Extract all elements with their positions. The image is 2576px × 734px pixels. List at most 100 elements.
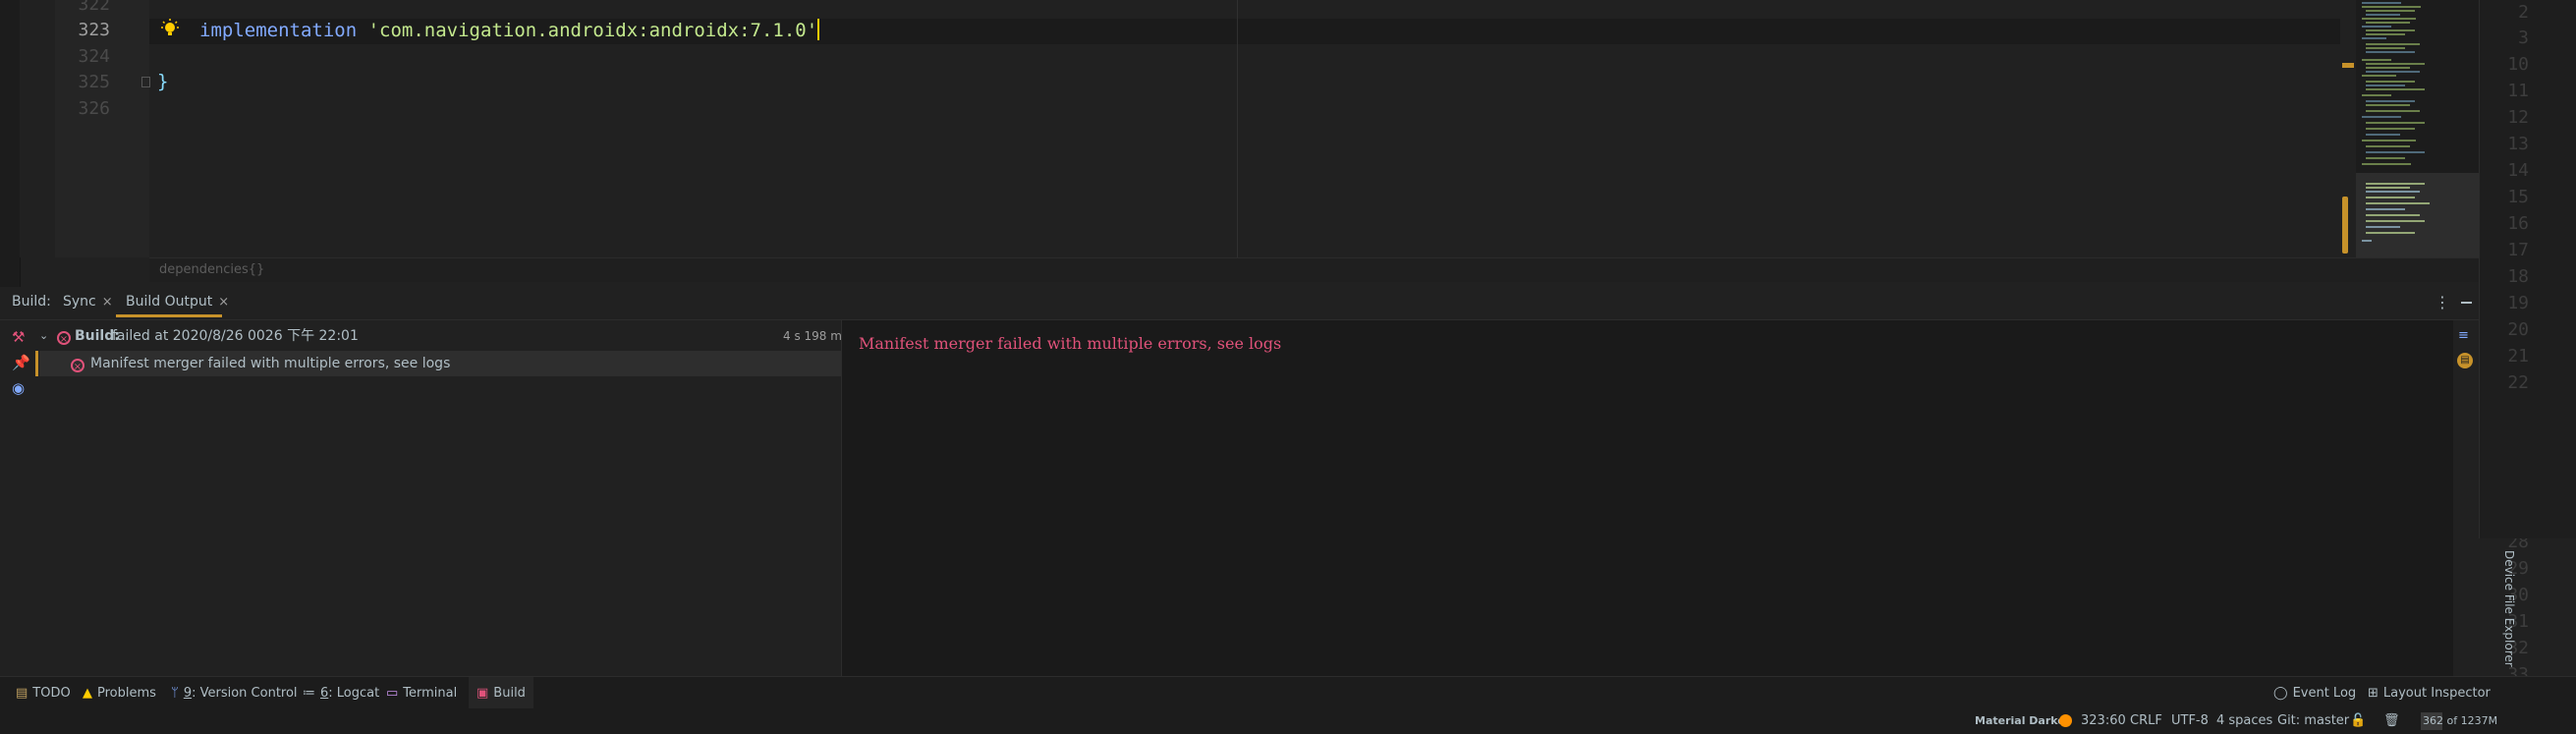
- memory-indicator[interactable]: 362 of 1237M: [2423, 708, 2497, 734]
- status-bar: Material Darker 323:60 CRLF UTF-8 4 spac…: [0, 708, 2576, 734]
- line-number: 323: [78, 20, 110, 40]
- version-control-label: : Version Control: [192, 686, 298, 701]
- layout-inspector-tab[interactable]: ⊞ Layout Inspector: [2368, 677, 2491, 709]
- secondary-gutter-fill: [2479, 393, 2576, 538]
- lock-icon[interactable]: 🔓: [2350, 708, 2366, 734]
- line-number: 13: [2507, 134, 2529, 154]
- todo-label: TODO: [32, 686, 71, 701]
- line-number: 322: [78, 0, 110, 15]
- tab-build-output[interactable]: Build Output ×: [126, 287, 229, 317]
- line-number: 14: [2507, 160, 2529, 181]
- closing-brace: }: [157, 71, 169, 92]
- close-icon[interactable]: ×: [218, 295, 229, 310]
- logcat-label: : Logcat: [328, 686, 380, 701]
- code-keyword: implementation: [199, 20, 358, 41]
- tab-sync[interactable]: Sync ×: [63, 287, 113, 317]
- layout-inspector-label: Layout Inspector: [2382, 686, 2491, 701]
- cursor-position[interactable]: 323:60: [2081, 708, 2126, 734]
- line-number-gutter: 322 323 324 325 326: [55, 0, 150, 257]
- soft-wrap-icon[interactable]: ≡: [2458, 328, 2469, 343]
- terminal-tab[interactable]: ▭ Terminal: [386, 677, 457, 709]
- build-error-text: Manifest merger failed with multiple err…: [90, 356, 451, 371]
- breadcrumb-item[interactable]: dependencies{}: [159, 262, 264, 277]
- secondary-editor-gutter: 2 3 10 11 12 13 14 15 16 17 18 19 20 21 …: [2479, 0, 2576, 685]
- git-branch[interactable]: Git: master: [2277, 708, 2349, 734]
- build-tree-item[interactable]: × Manifest merger failed with multiple e…: [35, 351, 841, 376]
- scroll-marker: [2342, 63, 2354, 68]
- line-number: 21: [2507, 346, 2529, 367]
- device-file-explorer-label: Device File Explorer: [2502, 550, 2516, 667]
- line-number: 11: [2507, 81, 2529, 101]
- active-tab-indicator: [116, 314, 222, 317]
- line-number: 10: [2507, 54, 2529, 75]
- file-encoding[interactable]: UTF-8: [2171, 708, 2209, 734]
- build-tab[interactable]: ▣ Build: [469, 677, 533, 709]
- indent-setting[interactable]: 4 spaces: [2216, 708, 2272, 734]
- line-separator[interactable]: CRLF: [2130, 708, 2162, 734]
- chevron-down-icon[interactable]: ⌄: [39, 323, 48, 349]
- theme-label[interactable]: Material Darker: [1975, 708, 2070, 734]
- build-duration: 4 s 198 ms: [783, 329, 849, 343]
- todo-tab[interactable]: ▤ TODO: [16, 677, 71, 709]
- editor-scrollbar[interactable]: [2342, 197, 2348, 254]
- event-log-icon: ◯: [2273, 686, 2288, 701]
- code-string: 'com.navigation.androidx:androidx:7.1.0': [367, 20, 818, 41]
- pin-icon[interactable]: 📌: [12, 354, 30, 371]
- event-log-tab[interactable]: ◯ Event Log: [2273, 677, 2356, 709]
- logcat-tab[interactable]: ≔ 6: Logcat: [303, 677, 379, 709]
- line-number: 18: [2507, 266, 2529, 287]
- line-number: 325: [78, 72, 110, 92]
- minimap-viewport[interactable]: [2356, 173, 2479, 257]
- build-status-text: failed at 2020/8/26 0026 下午 22:01: [112, 328, 359, 344]
- breadcrumb[interactable]: dependencies{}: [149, 257, 2479, 282]
- build-tree-root[interactable]: ⌄ × Build: failed at 2020/8/26 0026 下午 2…: [39, 323, 848, 349]
- terminal-label: Terminal: [403, 686, 458, 701]
- line-number: 326: [78, 98, 110, 119]
- build-label: Build:: [12, 294, 51, 310]
- logcat-icon: ≔: [303, 686, 315, 701]
- more-options-icon[interactable]: ⋮: [2435, 287, 2450, 317]
- theme-indicator: [2059, 714, 2072, 727]
- build-tree: ⌄ × Build: failed at 2020/8/26 0026 下午 2…: [35, 320, 848, 676]
- error-icon: ×: [57, 323, 71, 349]
- build-side-toolbar: ⚒ 📌 ◉: [0, 320, 39, 676]
- line-number: 19: [2507, 293, 2529, 313]
- line-number: 17: [2507, 240, 2529, 260]
- device-file-explorer-tab[interactable]: Device File Explorer: [2479, 538, 2576, 676]
- terminal-icon: ▭: [386, 686, 399, 701]
- error-icon: ×: [71, 351, 84, 376]
- tab-label: Build Output: [126, 294, 213, 310]
- build-label: Build: [493, 686, 526, 701]
- event-log-label: Event Log: [2292, 686, 2357, 701]
- tab-label: Sync: [63, 294, 96, 310]
- lightbulb-icon[interactable]: [159, 19, 181, 40]
- warning-icon: ▲: [83, 686, 92, 701]
- build-icon: ▣: [476, 686, 489, 701]
- build-message-panel[interactable]: Manifest merger failed with multiple err…: [842, 320, 2453, 676]
- build-tool-header: Build: Sync × Build Output × ⋮: [0, 287, 2479, 320]
- delete-icon[interactable]: 🗑: [2383, 708, 2400, 734]
- line-number: 22: [2507, 372, 2529, 393]
- hammer-icon[interactable]: ⚒: [12, 328, 25, 346]
- line-number: 324: [78, 46, 110, 67]
- fold-marker[interactable]: [141, 77, 150, 87]
- eye-icon[interactable]: ◉: [12, 379, 25, 397]
- minimize-icon[interactable]: [2461, 302, 2472, 304]
- bottom-tool-bar: ▤ TODO ▲ Problems ᛘ 9: Version Control ≔ 6: …: [0, 676, 2576, 709]
- line-number: 12: [2507, 107, 2529, 128]
- line-number: 3: [2518, 28, 2529, 48]
- line-number: 15: [2507, 187, 2529, 207]
- print-icon[interactable]: ▤: [2457, 353, 2473, 368]
- line-number: 16: [2507, 213, 2529, 234]
- close-icon[interactable]: ×: [102, 295, 113, 310]
- code-line[interactable]: implementation 'com.navigation.androidx:…: [199, 19, 820, 41]
- right-margin-guide: [1237, 0, 1238, 257]
- line-number: 20: [2507, 319, 2529, 340]
- line-number: 2: [2518, 2, 2529, 23]
- version-control-key: 9: [183, 686, 193, 701]
- layout-inspector-icon: ⊞: [2368, 686, 2379, 701]
- problems-tab[interactable]: ▲ Problems: [83, 677, 156, 709]
- version-control-tab[interactable]: ᛘ 9: Version Control: [171, 677, 298, 709]
- text-caret: [817, 19, 820, 40]
- list-icon: ▤: [16, 686, 28, 701]
